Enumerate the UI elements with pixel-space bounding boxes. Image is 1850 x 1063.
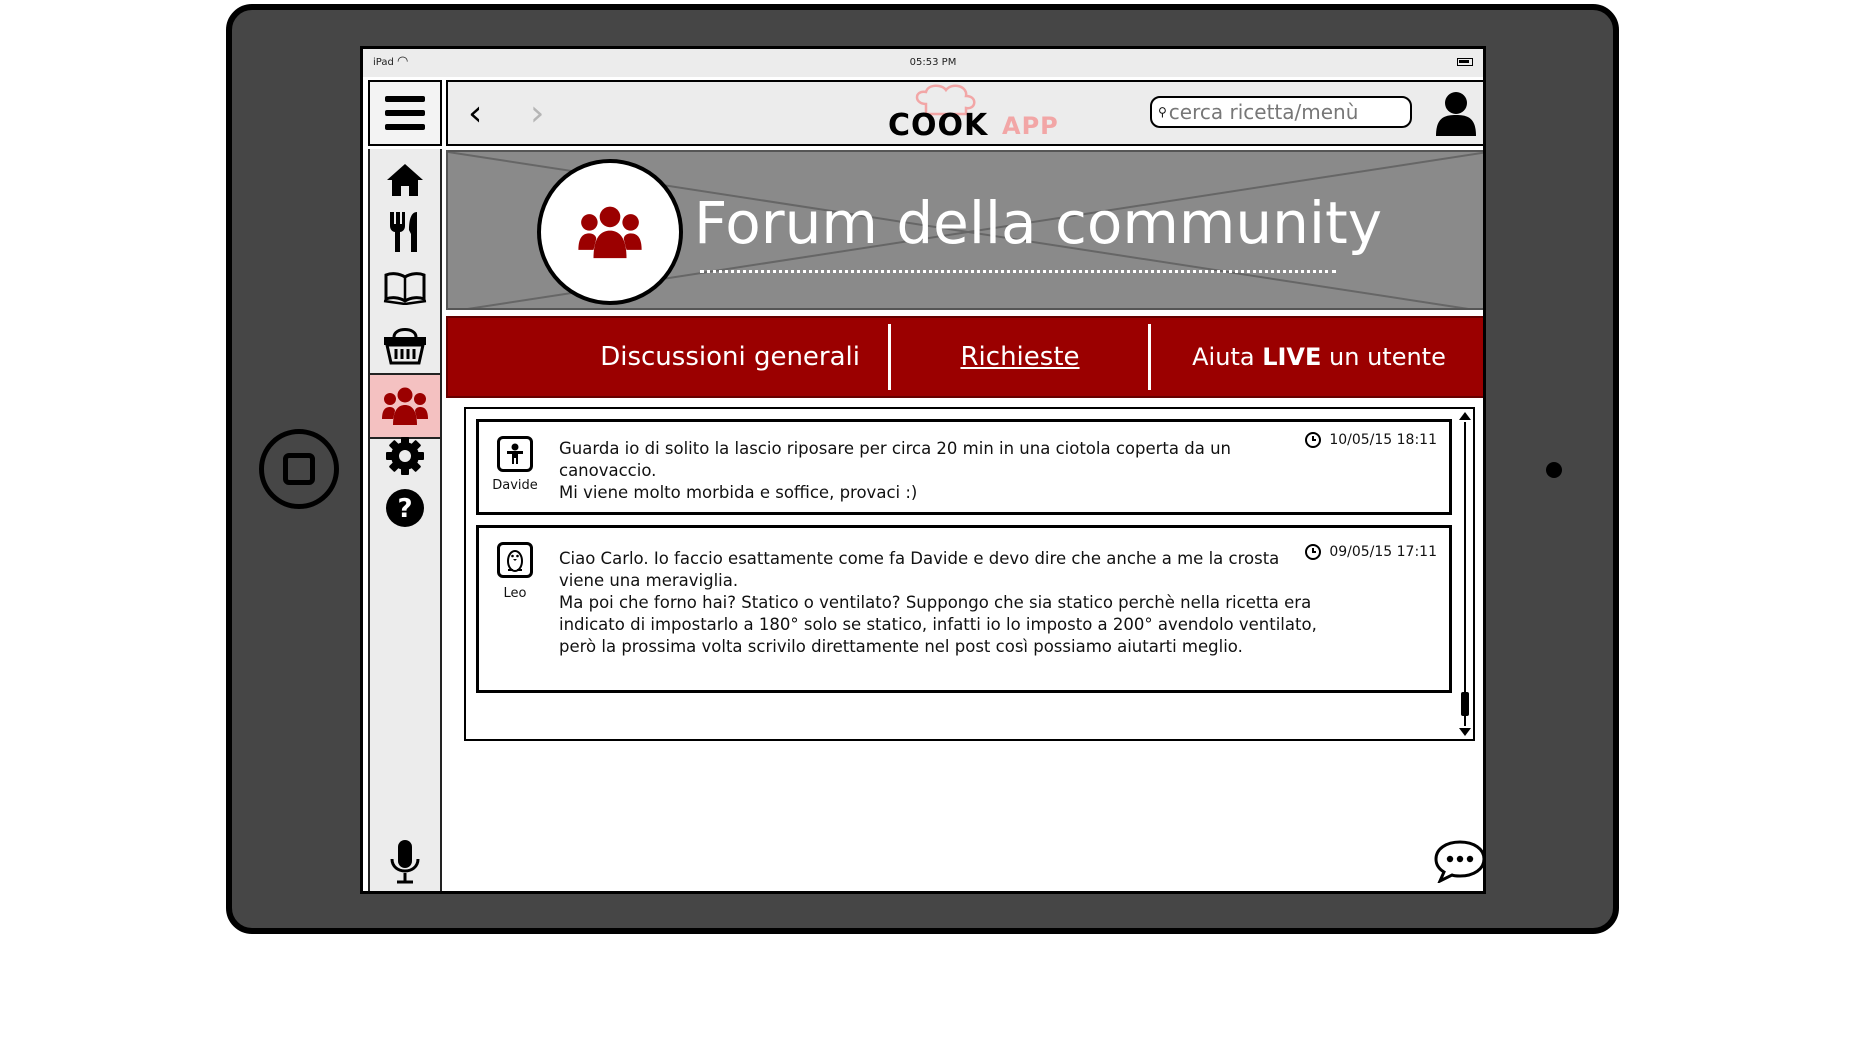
post-item[interactable]: Leo Ciao Carlo. Io faccio esattamente co… — [476, 525, 1452, 693]
cutlery-icon — [390, 212, 417, 252]
post-text: Guarda io di solito la lascio riposare p… — [559, 438, 1319, 504]
sidebar-item-home[interactable] — [370, 151, 440, 209]
tab-requests[interactable]: Richieste — [892, 318, 1148, 396]
sidebar-item-voice[interactable] — [370, 833, 440, 891]
search-icon: ⚲ — [1158, 105, 1167, 119]
community-banner: Forum della community — [446, 150, 1483, 310]
device-label: iPad — [373, 57, 394, 68]
tab-help-live-text-2: un utente — [1321, 343, 1446, 371]
post-date: 10/05/15 18:11 — [1305, 432, 1437, 448]
chat-bubble-icon[interactable] — [1433, 839, 1486, 883]
microphone-icon — [390, 840, 420, 884]
clock-time: 05:53 PM — [909, 57, 957, 68]
tab-help-live-bold: LIVE — [1262, 343, 1322, 371]
post-date-text: 10/05/15 18:11 — [1329, 432, 1437, 448]
post-line: Guarda io di solito la lascio riposare p… — [559, 439, 1231, 480]
post-line: Mi viene molto morbida e soffice, provac… — [559, 483, 918, 502]
clock-icon — [1305, 432, 1322, 448]
post-line: Ma poi che forno hai? Statico o ventilat… — [559, 593, 1317, 656]
sidebar-item-help[interactable]: ? — [370, 479, 440, 537]
app-logo[interactable]: COOK APP — [888, 84, 1058, 144]
gear-icon — [386, 437, 424, 475]
title-underline — [700, 270, 1336, 273]
community-badge — [537, 159, 683, 305]
help-icon: ? — [386, 489, 424, 527]
post-item[interactable]: Davide Guarda io di solito la lascio rip… — [476, 419, 1452, 515]
logo-cook-text: COOK — [888, 108, 989, 143]
home-button-square-icon — [283, 453, 315, 485]
wifi-icon: ◠ — [397, 54, 409, 69]
status-bar: iPad ◠ 05:53 PM — [363, 49, 1483, 77]
sidebar: ? — [368, 149, 442, 891]
tab-separator — [1148, 324, 1151, 390]
battery-icon — [1457, 58, 1473, 66]
user-icon[interactable] — [1434, 90, 1478, 138]
back-arrow-icon[interactable]: ‹ — [468, 96, 482, 132]
camera-dot — [1546, 462, 1562, 478]
post-author[interactable]: Davide — [483, 478, 547, 493]
sidebar-item-shopping[interactable] — [370, 315, 440, 373]
sidebar-item-cookbook[interactable] — [370, 259, 440, 317]
scroll-thumb[interactable] — [1461, 692, 1469, 716]
search-box[interactable]: ⚲ — [1150, 96, 1412, 128]
menu-bar — [385, 96, 425, 102]
top-bar: ‹ › COOK APP ⚲ — [446, 80, 1483, 146]
forward-arrow-icon[interactable]: › — [530, 96, 544, 132]
clock-icon — [1305, 544, 1322, 560]
search-input[interactable] — [1166, 100, 1389, 124]
post-author[interactable]: Leo — [483, 586, 547, 601]
basket-icon — [384, 328, 426, 365]
tab-help-live[interactable]: Aiuta LIVE un utente — [1152, 318, 1483, 396]
posts-list[interactable]: Davide Guarda io di solito la lascio rip… — [464, 407, 1475, 741]
community-icon — [578, 206, 642, 259]
svg-text:?: ? — [397, 494, 412, 524]
screen: iPad ◠ 05:53 PM ‹ › COOK APP ⚲ cerca ric… — [360, 46, 1486, 894]
forum-tabs: Discussioni generali Richieste Aiuta LIV… — [446, 316, 1483, 398]
post-line: Ciao Carlo. Io faccio esattamente come f… — [559, 549, 1280, 590]
page-title: Forum della community — [694, 189, 1383, 257]
post-date: 09/05/15 17:11 — [1305, 544, 1437, 560]
community-icon — [382, 387, 428, 425]
home-icon — [387, 164, 423, 196]
sidebar-item-recipes[interactable] — [370, 203, 440, 261]
logo-app-text: APP — [1002, 112, 1059, 140]
person-avatar-icon — [497, 436, 533, 472]
menu-bar — [385, 124, 425, 130]
tab-separator — [888, 324, 891, 390]
sidebar-item-settings[interactable] — [370, 427, 440, 485]
scroll-down-arrow-icon[interactable] — [1459, 728, 1471, 736]
post-date-text: 09/05/15 17:11 — [1329, 544, 1437, 560]
penguin-avatar-icon — [497, 542, 533, 578]
home-hardware-button[interactable] — [259, 429, 339, 509]
posts-scrollbar[interactable] — [1459, 412, 1471, 736]
book-icon — [383, 272, 427, 305]
tab-general-discussions[interactable]: Discussioni generali — [448, 318, 888, 396]
scroll-up-arrow-icon[interactable] — [1459, 412, 1471, 420]
tab-help-live-text-1: Aiuta — [1192, 343, 1263, 371]
post-text: Ciao Carlo. Io faccio esattamente come f… — [559, 548, 1319, 658]
scroll-track[interactable] — [1464, 422, 1466, 726]
menu-bar — [385, 110, 425, 116]
hamburger-menu-button[interactable] — [368, 80, 442, 146]
